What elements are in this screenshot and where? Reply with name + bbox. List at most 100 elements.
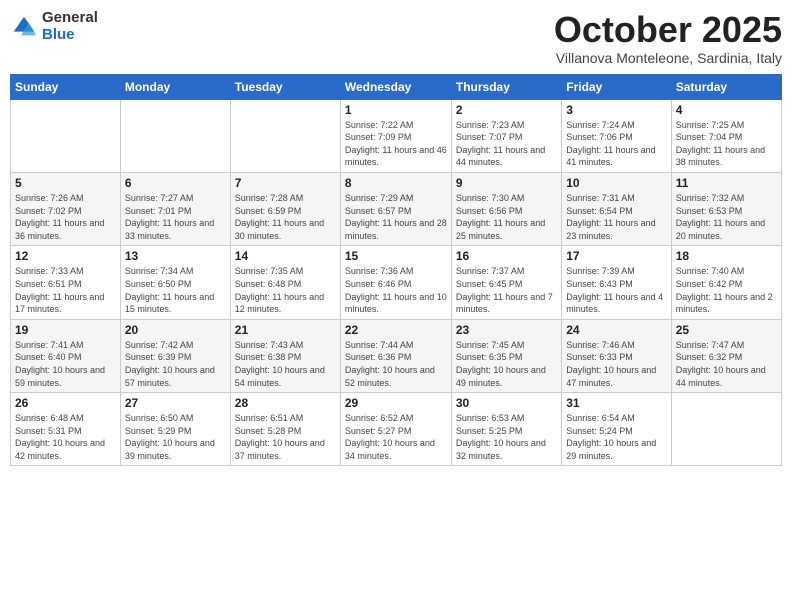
day-info: Sunrise: 7:43 AMSunset: 6:38 PMDaylight:… xyxy=(235,339,336,389)
table-row: 29 Sunrise: 6:52 AMSunset: 5:27 PMDayligh… xyxy=(340,393,451,466)
col-wednesday: Wednesday xyxy=(340,74,451,99)
day-number: 22 xyxy=(345,323,447,337)
day-number: 17 xyxy=(566,249,666,263)
day-info: Sunrise: 6:54 AMSunset: 5:24 PMDaylight:… xyxy=(566,412,666,462)
calendar-week-row: 5Sunrise: 7:26 AMSunset: 7:02 PMDaylight… xyxy=(11,172,782,245)
table-row: 20 Sunrise: 7:42 AMSunset: 6:39 PMDayligh… xyxy=(120,319,230,392)
day-info: Sunrise: 7:45 AMSunset: 6:35 PMDaylight:… xyxy=(456,339,557,389)
day-number: 11 xyxy=(676,176,777,190)
table-row: 8Sunrise: 7:29 AMSunset: 6:57 PMDaylight… xyxy=(340,172,451,245)
table-row: 7 Sunrise: 7:28 AMSunset: 6:59 PMDaylight… xyxy=(230,172,340,245)
day-number: 29 xyxy=(345,396,447,410)
day-number: 14 xyxy=(235,249,336,263)
day-info: Sunrise: 6:53 AMSunset: 5:25 PMDaylight:… xyxy=(456,412,557,462)
calendar-week-row: 26 Sunrise: 6:48 AMSunset: 5:31 PMDayligh… xyxy=(11,393,782,466)
day-number: 31 xyxy=(566,396,666,410)
day-info: Sunrise: 7:27 AMSunset: 7:01 PMDaylight:… xyxy=(125,192,226,242)
day-info: Sunrise: 7:41 AMSunset: 6:40 PMDaylight:… xyxy=(15,339,116,389)
table-row xyxy=(120,99,230,172)
day-info: Sunrise: 6:48 AMSunset: 5:31 PMDaylight:… xyxy=(15,412,116,462)
table-row: 1Sunrise: 7:22 AMSunset: 7:09 PMDaylight… xyxy=(340,99,451,172)
table-row xyxy=(671,393,781,466)
day-number: 24 xyxy=(566,323,666,337)
table-row: 26 Sunrise: 6:48 AMSunset: 5:31 PMDayligh… xyxy=(11,393,121,466)
table-row: 2Sunrise: 7:23 AMSunset: 7:07 PMDaylight… xyxy=(451,99,561,172)
day-number: 5 xyxy=(15,176,116,190)
day-info: Sunrise: 7:37 AMSunset: 6:45 PMDaylight:… xyxy=(456,265,557,315)
table-row: 22 Sunrise: 7:44 AMSunset: 6:36 PMDayligh… xyxy=(340,319,451,392)
day-info: Sunrise: 6:52 AMSunset: 5:27 PMDaylight:… xyxy=(345,412,447,462)
table-row: 16 Sunrise: 7:37 AMSunset: 6:45 PMDayligh… xyxy=(451,246,561,319)
day-number: 16 xyxy=(456,249,557,263)
day-number: 20 xyxy=(125,323,226,337)
calendar-week-row: 1Sunrise: 7:22 AMSunset: 7:09 PMDaylight… xyxy=(11,99,782,172)
day-info: Sunrise: 7:35 AMSunset: 6:48 PMDaylight:… xyxy=(235,265,336,315)
day-info: Sunrise: 7:34 AMSunset: 6:50 PMDaylight:… xyxy=(125,265,226,315)
table-row: 6Sunrise: 7:27 AMSunset: 7:01 PMDaylight… xyxy=(120,172,230,245)
day-info: Sunrise: 7:42 AMSunset: 6:39 PMDaylight:… xyxy=(125,339,226,389)
day-number: 7 xyxy=(235,176,336,190)
col-saturday: Saturday xyxy=(671,74,781,99)
day-info: Sunrise: 7:39 AMSunset: 6:43 PMDaylight:… xyxy=(566,265,666,315)
table-row xyxy=(230,99,340,172)
table-row: 11Sunrise: 7:32 AMSunset: 6:53 PMDayligh… xyxy=(671,172,781,245)
table-row xyxy=(11,99,121,172)
table-row: 25 Sunrise: 7:47 AMSunset: 6:32 PMDayligh… xyxy=(671,319,781,392)
day-info: Sunrise: 6:50 AMSunset: 5:29 PMDaylight:… xyxy=(125,412,226,462)
col-monday: Monday xyxy=(120,74,230,99)
day-info: Sunrise: 7:46 AMSunset: 6:33 PMDaylight:… xyxy=(566,339,666,389)
day-number: 26 xyxy=(15,396,116,410)
day-info: Sunrise: 7:24 AMSunset: 7:06 PMDaylight:… xyxy=(566,119,666,169)
day-info: Sunrise: 7:23 AMSunset: 7:07 PMDaylight:… xyxy=(456,119,557,169)
day-number: 23 xyxy=(456,323,557,337)
page: General Blue October 2025 Villanova Mont… xyxy=(0,0,792,612)
day-info: Sunrise: 7:33 AMSunset: 6:51 PMDaylight:… xyxy=(15,265,116,315)
table-row: 5Sunrise: 7:26 AMSunset: 7:02 PMDaylight… xyxy=(11,172,121,245)
day-number: 8 xyxy=(345,176,447,190)
table-row: 27Sunrise: 6:50 AMSunset: 5:29 PMDayligh… xyxy=(120,393,230,466)
col-sunday: Sunday xyxy=(11,74,121,99)
day-number: 10 xyxy=(566,176,666,190)
day-info: Sunrise: 7:28 AMSunset: 6:59 PMDaylight:… xyxy=(235,192,336,242)
col-thursday: Thursday xyxy=(451,74,561,99)
table-row: 31 Sunrise: 6:54 AMSunset: 5:24 PMDayligh… xyxy=(562,393,671,466)
logo-blue-text: Blue xyxy=(42,27,98,44)
calendar-week-row: 19Sunrise: 7:41 AMSunset: 6:40 PMDayligh… xyxy=(11,319,782,392)
day-info: Sunrise: 7:25 AMSunset: 7:04 PMDaylight:… xyxy=(676,119,777,169)
day-number: 18 xyxy=(676,249,777,263)
day-info: Sunrise: 7:30 AMSunset: 6:56 PMDaylight:… xyxy=(456,192,557,242)
table-row: 30 Sunrise: 6:53 AMSunset: 5:25 PMDayligh… xyxy=(451,393,561,466)
table-row: 28 Sunrise: 6:51 AMSunset: 5:28 PMDayligh… xyxy=(230,393,340,466)
logo-text: General Blue xyxy=(42,10,98,43)
logo-icon xyxy=(10,13,38,41)
day-number: 15 xyxy=(345,249,447,263)
calendar-table: Sunday Monday Tuesday Wednesday Thursday… xyxy=(10,74,782,467)
logo: General Blue xyxy=(10,10,98,43)
table-row: 21Sunrise: 7:43 AMSunset: 6:38 PMDayligh… xyxy=(230,319,340,392)
day-number: 12 xyxy=(15,249,116,263)
table-row: 19Sunrise: 7:41 AMSunset: 6:40 PMDayligh… xyxy=(11,319,121,392)
day-number: 30 xyxy=(456,396,557,410)
day-info: Sunrise: 7:44 AMSunset: 6:36 PMDaylight:… xyxy=(345,339,447,389)
location-subtitle: Villanova Monteleone, Sardinia, Italy xyxy=(554,50,782,66)
day-number: 13 xyxy=(125,249,226,263)
calendar-week-row: 12 Sunrise: 7:33 AMSunset: 6:51 PMDayligh… xyxy=(11,246,782,319)
day-info: Sunrise: 7:22 AMSunset: 7:09 PMDaylight:… xyxy=(345,119,447,169)
day-info: Sunrise: 7:40 AMSunset: 6:42 PMDaylight:… xyxy=(676,265,777,315)
table-row: 12 Sunrise: 7:33 AMSunset: 6:51 PMDayligh… xyxy=(11,246,121,319)
day-info: Sunrise: 6:51 AMSunset: 5:28 PMDaylight:… xyxy=(235,412,336,462)
month-title: October 2025 xyxy=(554,10,782,50)
table-row: 15Sunrise: 7:36 AMSunset: 6:46 PMDayligh… xyxy=(340,246,451,319)
day-number: 25 xyxy=(676,323,777,337)
table-row: 23 Sunrise: 7:45 AMSunset: 6:35 PMDayligh… xyxy=(451,319,561,392)
calendar-header-row: Sunday Monday Tuesday Wednesday Thursday… xyxy=(11,74,782,99)
day-info: Sunrise: 7:31 AMSunset: 6:54 PMDaylight:… xyxy=(566,192,666,242)
table-row: 18 Sunrise: 7:40 AMSunset: 6:42 PMDayligh… xyxy=(671,246,781,319)
day-info: Sunrise: 7:47 AMSunset: 6:32 PMDaylight:… xyxy=(676,339,777,389)
title-area: October 2025 Villanova Monteleone, Sardi… xyxy=(554,10,782,66)
day-number: 28 xyxy=(235,396,336,410)
table-row: 10 Sunrise: 7:31 AMSunset: 6:54 PMDayligh… xyxy=(562,172,671,245)
table-row: 4Sunrise: 7:25 AMSunset: 7:04 PMDaylight… xyxy=(671,99,781,172)
logo-general-text: General xyxy=(42,10,98,27)
day-number: 9 xyxy=(456,176,557,190)
